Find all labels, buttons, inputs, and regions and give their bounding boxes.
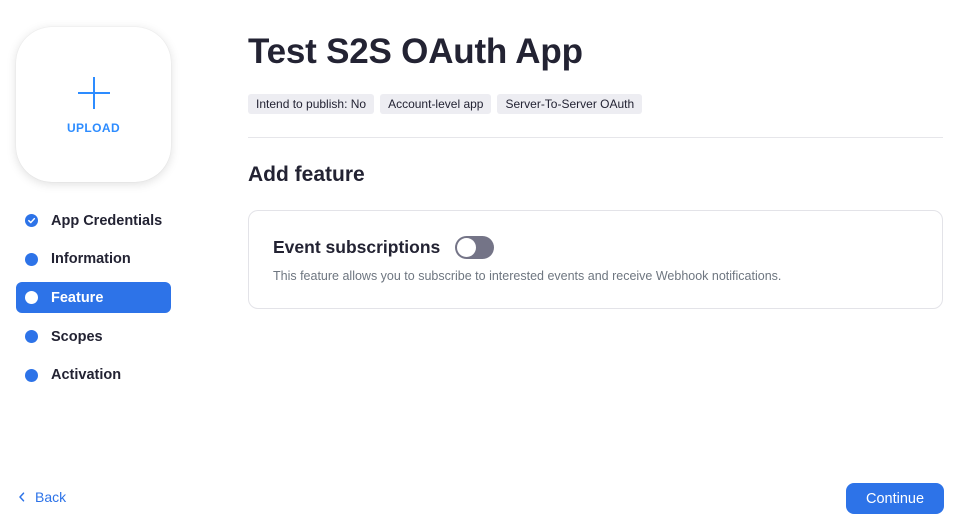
check-icon bbox=[25, 214, 38, 227]
step-scopes[interactable]: Scopes bbox=[16, 321, 171, 352]
step-label: Activation bbox=[51, 367, 122, 384]
back-label: Back bbox=[35, 489, 67, 505]
step-app-credentials[interactable]: App Credentials bbox=[16, 205, 171, 236]
step-navigation: App Credentials Information Feature Scop… bbox=[16, 205, 171, 398]
chevron-left-icon bbox=[19, 492, 25, 502]
feature-card: Event subscriptions This feature allows … bbox=[248, 210, 943, 309]
header-divider bbox=[248, 137, 943, 138]
step-dot-icon bbox=[25, 330, 38, 344]
step-activation[interactable]: Activation bbox=[16, 360, 171, 391]
tag-app-type: Server-To-Server OAuth bbox=[497, 94, 643, 114]
feature-description: This feature allows you to subscribe to … bbox=[273, 269, 782, 283]
page-title: Test S2S OAuth App bbox=[248, 32, 583, 71]
step-label: App Credentials bbox=[51, 212, 163, 229]
step-dot-icon bbox=[25, 291, 38, 305]
step-dot-icon bbox=[25, 252, 38, 266]
upload-label: UPLOAD bbox=[66, 120, 121, 135]
continue-button[interactable]: Continue bbox=[846, 483, 944, 514]
step-feature[interactable]: Feature bbox=[16, 282, 171, 314]
event-subscriptions-toggle[interactable] bbox=[455, 236, 495, 259]
step-information[interactable]: Information bbox=[16, 244, 171, 275]
step-label: Feature bbox=[51, 289, 104, 306]
feature-row: Event subscriptions bbox=[273, 236, 495, 259]
tag-app-level: Account-level app bbox=[380, 94, 492, 114]
section-title: Add feature bbox=[248, 163, 365, 186]
plus-icon bbox=[77, 76, 110, 109]
tag-publish-status: Intend to publish: No bbox=[248, 94, 375, 114]
step-label: Information bbox=[51, 251, 131, 268]
toggle-knob bbox=[457, 238, 477, 257]
app-tags: Intend to publish: No Account-level app … bbox=[248, 94, 643, 114]
feature-name: Event subscriptions bbox=[273, 237, 441, 257]
back-link[interactable]: Back bbox=[18, 489, 66, 505]
step-label: Scopes bbox=[51, 328, 103, 345]
step-dot-icon bbox=[25, 368, 38, 382]
upload-button[interactable]: UPLOAD bbox=[16, 27, 171, 182]
